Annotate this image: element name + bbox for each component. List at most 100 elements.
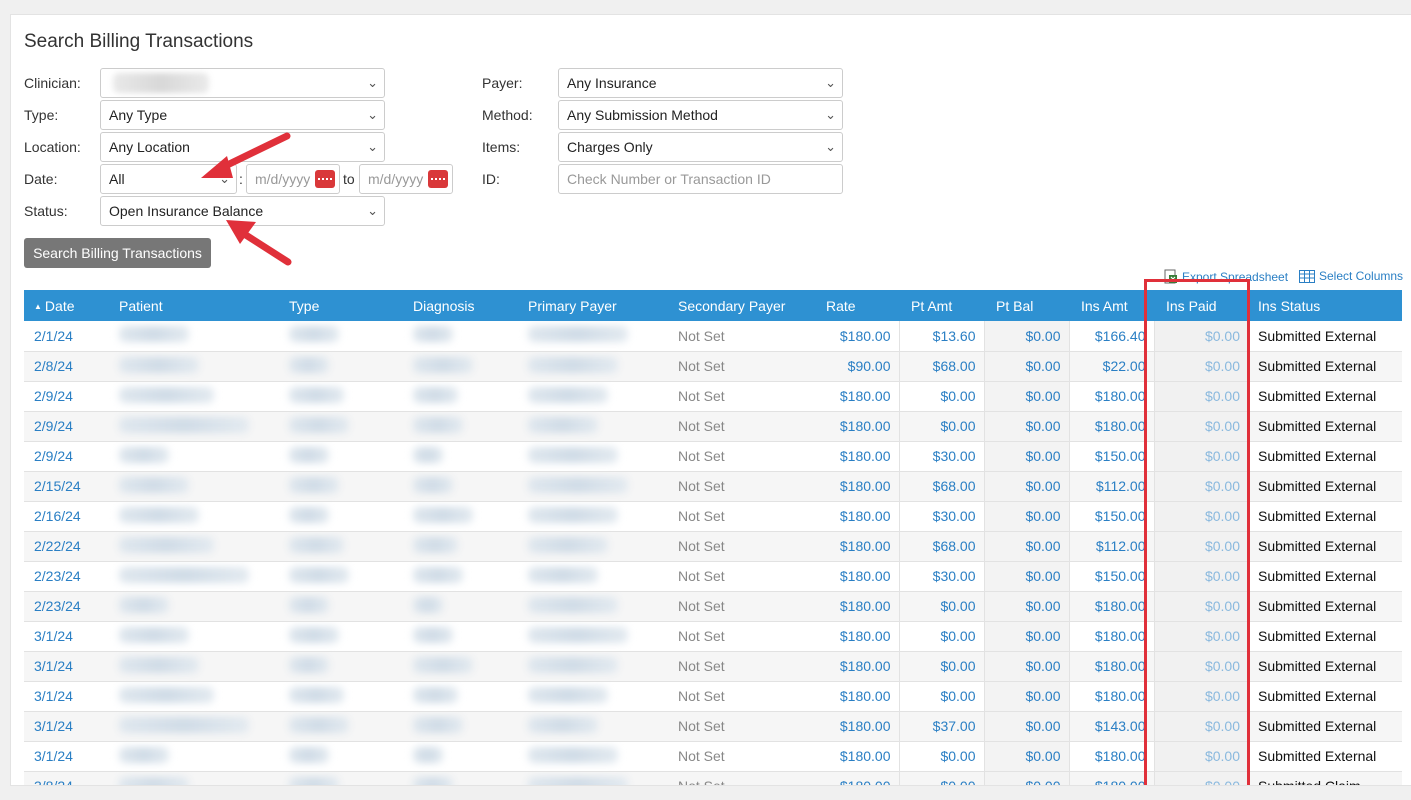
date-cell[interactable]: 2/1/24 [24, 321, 109, 352]
column-header-ins-paid[interactable]: Ins Paid [1154, 290, 1248, 321]
table-row[interactable]: 2/9/24 Not Set $180.00 $30.00 $0.00 $150.00 $0… [24, 441, 1402, 472]
table-row[interactable]: 3/8/24 Not Set $180.00 $0.00 $0.00 $180.00 $0.… [24, 771, 1402, 785]
date-cell[interactable]: 2/15/24 [24, 471, 109, 502]
table-row[interactable]: 2/23/24 Not Set $180.00 $0.00 $0.00 $180.00 $0… [24, 591, 1402, 622]
pt-bal-cell[interactable]: $0.00 [984, 711, 1070, 742]
pt-amt-cell[interactable]: $13.60 [899, 321, 985, 352]
date-cell[interactable]: 2/9/24 [24, 441, 109, 472]
rate-cell[interactable]: $180.00 [814, 771, 900, 785]
ins-amt-cell[interactable]: $150.00 [1069, 501, 1155, 532]
rate-cell[interactable]: $180.00 [814, 591, 900, 622]
location-select[interactable]: Any Location ⌄ [100, 132, 385, 162]
ins-amt-cell[interactable]: $166.40 [1069, 321, 1155, 352]
ins-paid-cell[interactable]: $0.00 [1154, 411, 1248, 442]
date-cell[interactable]: 2/9/24 [24, 411, 109, 442]
ins-amt-cell[interactable]: $112.00 [1069, 471, 1155, 502]
ins-amt-cell[interactable]: $180.00 [1069, 621, 1155, 652]
ins-paid-cell[interactable]: $0.00 [1154, 381, 1248, 412]
table-row[interactable]: 2/8/24 Not Set $90.00 $68.00 $0.00 $22.00 $0.0… [24, 351, 1402, 382]
pt-amt-cell[interactable]: $30.00 [899, 441, 985, 472]
search-billing-transactions-button[interactable]: Search Billing Transactions [24, 238, 211, 268]
calendar-icon[interactable] [315, 170, 335, 188]
column-header-secondary-payer[interactable]: Secondary Payer [668, 290, 814, 321]
pt-bal-cell[interactable]: $0.00 [984, 381, 1070, 412]
ins-paid-cell[interactable]: $0.00 [1154, 531, 1248, 562]
date-cell[interactable]: 2/22/24 [24, 531, 109, 562]
pt-amt-cell[interactable]: $0.00 [899, 621, 985, 652]
date-cell[interactable]: 3/1/24 [24, 681, 109, 712]
column-header-ins-amt[interactable]: Ins Amt [1069, 290, 1154, 321]
date-to-input[interactable]: m/d/yyyy [359, 164, 453, 194]
pt-bal-cell[interactable]: $0.00 [984, 351, 1070, 382]
pt-amt-cell[interactable]: $68.00 [899, 351, 985, 382]
ins-paid-cell[interactable]: $0.00 [1154, 441, 1248, 472]
pt-bal-cell[interactable]: $0.00 [984, 741, 1070, 772]
pt-bal-cell[interactable]: $0.00 [984, 471, 1070, 502]
rate-cell[interactable]: $180.00 [814, 531, 900, 562]
ins-paid-cell[interactable]: $0.00 [1154, 711, 1248, 742]
pt-amt-cell[interactable]: $0.00 [899, 771, 985, 785]
table-row[interactable]: 2/9/24 Not Set $180.00 $0.00 $0.00 $180.00 $0.… [24, 411, 1402, 442]
ins-amt-cell[interactable]: $180.00 [1069, 381, 1155, 412]
column-header-date[interactable]: ▲ Date [24, 290, 109, 321]
date-cell[interactable]: 3/1/24 [24, 621, 109, 652]
rate-cell[interactable]: $180.00 [814, 381, 900, 412]
pt-amt-cell[interactable]: $0.00 [899, 651, 985, 682]
ins-paid-cell[interactable]: $0.00 [1154, 351, 1248, 382]
pt-bal-cell[interactable]: $0.00 [984, 561, 1070, 592]
id-input[interactable]: Check Number or Transaction ID [558, 164, 843, 194]
date-cell[interactable]: 3/1/24 [24, 741, 109, 772]
calendar-icon[interactable] [428, 170, 448, 188]
pt-bal-cell[interactable]: $0.00 [984, 411, 1070, 442]
ins-paid-cell[interactable]: $0.00 [1154, 471, 1248, 502]
column-header-rate[interactable]: Rate [814, 290, 899, 321]
rate-cell[interactable]: $180.00 [814, 501, 900, 532]
ins-paid-cell[interactable]: $0.00 [1154, 651, 1248, 682]
pt-bal-cell[interactable]: $0.00 [984, 591, 1070, 622]
date-cell[interactable]: 2/23/24 [24, 591, 109, 622]
clinician-select[interactable]: ⌄ [100, 68, 385, 98]
ins-amt-cell[interactable]: $180.00 [1069, 651, 1155, 682]
table-row[interactable]: 3/1/24 Not Set $180.00 $37.00 $0.00 $143.00 $0… [24, 711, 1402, 742]
pt-bal-cell[interactable]: $0.00 [984, 531, 1070, 562]
rate-cell[interactable]: $180.00 [814, 321, 900, 352]
date-cell[interactable]: 3/1/24 [24, 711, 109, 742]
type-select[interactable]: Any Type ⌄ [100, 100, 385, 130]
table-row[interactable]: 2/1/24 Not Set $180.00 $13.60 $0.00 $166.40 $0… [24, 321, 1402, 352]
date-cell[interactable]: 2/16/24 [24, 501, 109, 532]
ins-paid-cell[interactable]: $0.00 [1154, 501, 1248, 532]
select-columns-link[interactable]: Select Columns [1299, 269, 1403, 286]
date-cell[interactable]: 3/1/24 [24, 651, 109, 682]
ins-amt-cell[interactable]: $180.00 [1069, 771, 1155, 785]
table-row[interactable]: 2/15/24 Not Set $180.00 $68.00 $0.00 $112.00 $… [24, 471, 1402, 502]
pt-amt-cell[interactable]: $0.00 [899, 741, 985, 772]
pt-bal-cell[interactable]: $0.00 [984, 321, 1070, 352]
ins-amt-cell[interactable]: $150.00 [1069, 561, 1155, 592]
column-header-patient[interactable]: Patient [109, 290, 279, 321]
column-header-type[interactable]: Type [279, 290, 403, 321]
pt-bal-cell[interactable]: $0.00 [984, 771, 1070, 785]
ins-amt-cell[interactable]: $180.00 [1069, 681, 1155, 712]
pt-amt-cell[interactable]: $68.00 [899, 531, 985, 562]
status-select[interactable]: Open Insurance Balance ⌄ [100, 196, 385, 226]
rate-cell[interactable]: $180.00 [814, 561, 900, 592]
pt-amt-cell[interactable]: $37.00 [899, 711, 985, 742]
rate-cell[interactable]: $180.00 [814, 441, 900, 472]
table-row[interactable]: 2/22/24 Not Set $180.00 $68.00 $0.00 $112.00 $… [24, 531, 1402, 562]
date-from-input[interactable]: m/d/yyyy [246, 164, 340, 194]
ins-amt-cell[interactable]: $22.00 [1069, 351, 1155, 382]
column-header-pt-amt[interactable]: Pt Amt [899, 290, 984, 321]
pt-amt-cell[interactable]: $30.00 [899, 501, 985, 532]
export-spreadsheet-link[interactable]: Export Spreadsheet [1164, 269, 1288, 287]
table-row[interactable]: 2/16/24 Not Set $180.00 $30.00 $0.00 $150.00 $… [24, 501, 1402, 532]
table-row[interactable]: 3/1/24 Not Set $180.00 $0.00 $0.00 $180.00 $0.… [24, 741, 1402, 772]
column-header-pt-bal[interactable]: Pt Bal [984, 290, 1069, 321]
pt-bal-cell[interactable]: $0.00 [984, 681, 1070, 712]
rate-cell[interactable]: $180.00 [814, 651, 900, 682]
ins-paid-cell[interactable]: $0.00 [1154, 681, 1248, 712]
pt-amt-cell[interactable]: $0.00 [899, 681, 985, 712]
column-header-ins-status[interactable]: Ins Status [1248, 290, 1402, 321]
pt-bal-cell[interactable]: $0.00 [984, 651, 1070, 682]
table-row[interactable]: 3/1/24 Not Set $180.00 $0.00 $0.00 $180.00 $0.… [24, 681, 1402, 712]
items-select[interactable]: Charges Only ⌄ [558, 132, 843, 162]
